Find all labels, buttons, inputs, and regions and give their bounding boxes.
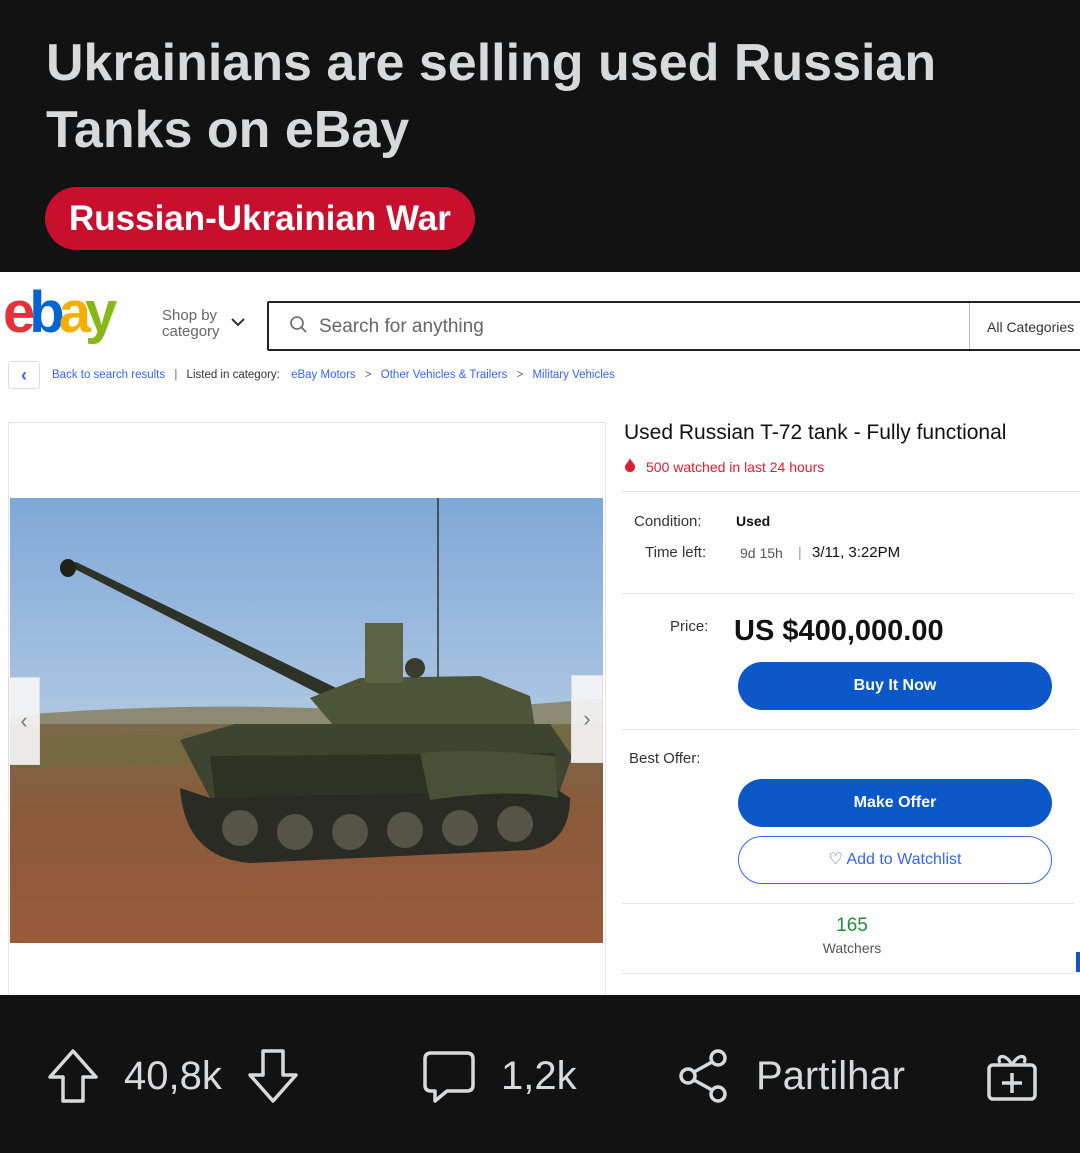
upvote-count: 40,8k [124, 1053, 222, 1098]
breadcrumb-crumb: Other Vehicles & Trailers [380, 369, 508, 381]
gift-icon [984, 1047, 1040, 1105]
upvote-icon[interactable] [46, 1047, 100, 1105]
divider [622, 903, 1074, 904]
ebay-logo-letter: b [29, 280, 65, 345]
chevron-down-icon [230, 312, 246, 333]
time-left-label: Time left: [645, 544, 707, 561]
comments-button[interactable]: 1,2k [421, 1040, 577, 1112]
listed-in-label: Listed in category: [186, 369, 280, 381]
ebay-logo: ebay [3, 280, 117, 345]
flame-icon [624, 458, 636, 475]
shop-by-category: Shop by category [162, 307, 220, 340]
back-chevron-icon: ‹ [8, 361, 40, 389]
watchers-count: 165 [836, 915, 868, 936]
downvote-icon[interactable] [246, 1047, 300, 1105]
divider [622, 973, 1074, 974]
divider [622, 593, 1074, 594]
listing-title: Used Russian T-72 tank - Fully functiona… [624, 421, 1007, 444]
ebay-logo-letter: a [58, 280, 91, 345]
search-placeholder: Search for anything [319, 316, 484, 337]
search-icon [289, 314, 309, 338]
comment-icon [421, 1047, 477, 1105]
post-title: Ukrainians are selling used Russian Tank… [46, 34, 937, 159]
condition-label: Condition: [634, 513, 702, 530]
search-divider [969, 303, 970, 349]
time-left-date: 3/11, 3:22PM [812, 544, 901, 561]
ebay-logo-letter: y [84, 280, 117, 345]
search-category: All Categories [987, 319, 1075, 335]
scroll-indicator [1076, 952, 1080, 972]
make-offer-button: Make Offer [738, 779, 1052, 827]
search-bar: Search for anything All Categories [267, 301, 1080, 351]
heart-icon: ♡ [828, 851, 843, 868]
gallery-prev-arrow: ‹ [8, 677, 40, 765]
tank-photo [10, 498, 603, 943]
watchers-label: Watchers [822, 940, 882, 956]
breadcrumb: Back to search results | Listed in categ… [52, 369, 615, 381]
gallery-next-arrow: › [571, 675, 603, 763]
share-icon [676, 1047, 732, 1105]
add-to-watchlist-button: ♡ Add to Watchlist [738, 836, 1052, 884]
award-button[interactable] [984, 1040, 1040, 1112]
watched-notice: 500 watched in last 24 hours [624, 458, 824, 475]
best-offer-label: Best Offer: [629, 750, 701, 767]
share-label: Partilhar [756, 1053, 905, 1098]
divider [622, 729, 1078, 730]
price-value: US $400,000.00 [734, 615, 944, 647]
breadcrumb-crumb: eBay Motors [291, 369, 356, 381]
breadcrumb-separator: > [364, 369, 372, 381]
breadcrumb-separator: > [516, 369, 524, 381]
back-to-results-link: Back to search results [52, 369, 166, 381]
divider [622, 491, 1080, 492]
watchlist-label: Add to Watchlist [846, 851, 962, 868]
price-label: Price: [670, 618, 709, 635]
post-flair[interactable]: Russian-Ukrainian War [45, 187, 475, 250]
buy-it-now-button: Buy It Now [738, 662, 1052, 710]
vote-group: 40,8k [46, 1040, 300, 1112]
time-left-separator: | [798, 544, 802, 560]
ebay-logo-letter: e [3, 280, 35, 345]
share-button[interactable]: Partilhar [676, 1040, 905, 1112]
breadcrumb-crumb: Military Vehicles [532, 369, 615, 381]
post-image[interactable]: ebay Shop by category Search for anythin… [0, 272, 1080, 995]
breadcrumb-separator: | [174, 369, 178, 381]
watched-text: 500 watched in last 24 hours [646, 459, 825, 475]
time-left-value: 9d 15h [740, 545, 783, 561]
condition-value: Used [736, 513, 771, 529]
comment-count: 1,2k [501, 1053, 577, 1098]
